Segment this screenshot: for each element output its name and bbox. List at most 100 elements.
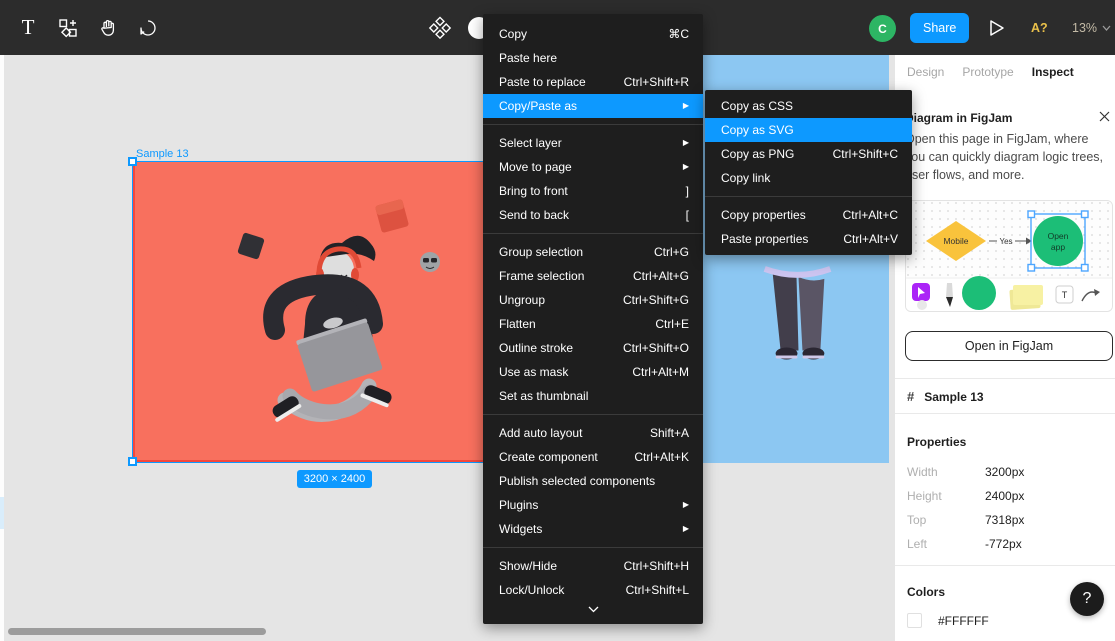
menu-item-label: Use as mask: [499, 365, 568, 379]
open-in-figjam-button[interactable]: Open in FigJam: [905, 331, 1113, 361]
submenu-arrow-icon: ▶: [683, 139, 689, 147]
menu-item-copy[interactable]: Copy ⌘C: [483, 22, 703, 46]
menu-item-label: Copy properties: [721, 208, 806, 222]
close-icon[interactable]: [1097, 109, 1111, 123]
left-panel-flyout-handle[interactable]: [0, 497, 4, 529]
tab-prototype[interactable]: Prototype: [962, 65, 1013, 79]
inspect-panel: DesignPrototypeInspect Diagram in FigJam…: [895, 55, 1115, 641]
text-tool-icon: T: [22, 15, 35, 40]
menu-item-shortcut: Shift+A: [650, 426, 689, 440]
property-value: 7318px: [985, 513, 1024, 527]
menu-item-frame-selection[interactable]: Frame selection Ctrl+Alt+G: [483, 264, 703, 288]
property-row-height: Height 2400px: [907, 484, 1103, 508]
menu-item-label: Copy as CSS: [721, 99, 793, 113]
menu-item-copy-as-svg[interactable]: Copy as SVG: [705, 118, 912, 142]
tab-design[interactable]: Design: [907, 65, 944, 79]
submenu-arrow-icon: ▶: [683, 163, 689, 171]
menu-item-flatten[interactable]: Flatten Ctrl+E: [483, 312, 703, 336]
figjam-circle-label-2: app: [1051, 242, 1065, 252]
chevron-down-icon: [1102, 25, 1111, 31]
selection-handle-bottom-left[interactable]: [128, 457, 137, 466]
a11y-indicator[interactable]: A?: [1031, 21, 1048, 35]
components-icon[interactable]: [428, 16, 452, 40]
menu-item-lock-unlock[interactable]: Lock/Unlock Ctrl+Shift+L: [483, 578, 703, 602]
menu-item-label: Lock/Unlock: [499, 583, 564, 597]
dimensions-badge: 3200 × 2400: [297, 470, 372, 488]
menu-item-plugins[interactable]: Plugins ▶: [483, 493, 703, 517]
menu-item-copy-as-css[interactable]: Copy as CSS: [705, 94, 912, 118]
menu-item-copy-paste-as[interactable]: Copy/Paste as ▶: [483, 94, 703, 118]
menu-item-paste-properties[interactable]: Paste properties Ctrl+Alt+V: [705, 227, 912, 251]
menu-item-send-to-back[interactable]: Send to back [: [483, 203, 703, 227]
menu-item-shortcut: ⌘C: [668, 27, 689, 41]
menu-item-create-component[interactable]: Create component Ctrl+Alt+K: [483, 445, 703, 469]
hand-tool-icon: [98, 18, 118, 38]
menu-item-label: Paste to replace: [499, 75, 586, 89]
menu-item-outline-stroke[interactable]: Outline stroke Ctrl+Shift+O: [483, 336, 703, 360]
menu-item-ungroup[interactable]: Ungroup Ctrl+Shift+G: [483, 288, 703, 312]
property-value: 3200px: [985, 465, 1024, 479]
color-row: #FFFFFF: [907, 613, 989, 628]
figjam-diamond-label: Mobile: [943, 236, 968, 246]
menu-item-group-selection[interactable]: Group selection Ctrl+G: [483, 240, 703, 264]
figma-window: Sample 13 3200 × 2400 Design Prototype Ins…: [0, 0, 1115, 641]
menu-item-label: Add auto layout: [499, 426, 582, 440]
menu-item-label: Widgets: [499, 522, 542, 536]
divider: [895, 378, 1115, 379]
properties-list: Width 3200px Height 2400px Top 7318px Le…: [907, 460, 1103, 556]
menu-item-shortcut: Ctrl+Shift+C: [833, 147, 898, 161]
menu-item-select-layer[interactable]: Select layer ▶: [483, 131, 703, 155]
present-button[interactable]: [986, 17, 1008, 39]
layer-row[interactable]: # Sample 13: [907, 389, 984, 404]
menu-item-label: Copy/Paste as: [499, 99, 577, 113]
help-button[interactable]: ?: [1070, 582, 1104, 616]
menu-item-bring-to-front[interactable]: Bring to front ]: [483, 179, 703, 203]
menu-item-shortcut: Ctrl+Shift+R: [624, 75, 689, 89]
menu-item-paste-here[interactable]: Paste here: [483, 46, 703, 70]
svg-text:T: T: [1062, 290, 1068, 300]
avatar[interactable]: C: [869, 15, 896, 42]
comment-tool-button[interactable]: [128, 8, 168, 48]
menu-item-label: Send to back: [499, 208, 569, 222]
frame-title-label[interactable]: Sample 13: [136, 148, 189, 160]
text-tool-button[interactable]: T: [8, 8, 48, 48]
menu-item-copy-as-png[interactable]: Copy as PNG Ctrl+Shift+C: [705, 142, 912, 166]
menu-item-label: Bring to front: [499, 184, 568, 198]
property-row-left: Left -772px: [907, 532, 1103, 556]
menu-item-use-as-mask[interactable]: Use as mask Ctrl+Alt+M: [483, 360, 703, 384]
menu-item-move-to-page[interactable]: Move to page ▶: [483, 155, 703, 179]
menu-item-publish-selected-components[interactable]: Publish selected components: [483, 469, 703, 493]
menu-item-copy-link[interactable]: Copy link: [705, 166, 912, 190]
menu-item-label: Select layer: [499, 136, 562, 150]
zoom-control[interactable]: 13%: [1072, 21, 1111, 35]
menu-item-show-hide[interactable]: Show/Hide Ctrl+Shift+H: [483, 554, 703, 578]
submenu-arrow-icon: ▶: [683, 102, 689, 110]
hand-tool-button[interactable]: [88, 8, 128, 48]
menu-item-shortcut: Ctrl+Alt+G: [633, 269, 689, 283]
menu-item-shortcut: ]: [686, 184, 689, 198]
menu-item-label: Copy as SVG: [721, 123, 794, 137]
menu-item-paste-to-replace[interactable]: Paste to replace Ctrl+Shift+R: [483, 70, 703, 94]
menu-item-widgets[interactable]: Widgets ▶: [483, 517, 703, 541]
zoom-level: 13%: [1072, 21, 1097, 35]
menu-item-label: Set as thumbnail: [499, 389, 588, 403]
menu-item-add-auto-layout[interactable]: Add auto layout Shift+A: [483, 421, 703, 445]
menu-item-shortcut: Ctrl+Alt+K: [634, 450, 689, 464]
tab-inspect[interactable]: Inspect: [1032, 65, 1074, 79]
menu-scroll-more[interactable]: [483, 602, 703, 616]
menu-item-set-as-thumbnail[interactable]: Set as thumbnail: [483, 384, 703, 408]
menu-divider: [705, 196, 912, 197]
menu-item-shortcut: Ctrl+Alt+C: [843, 208, 898, 222]
divider: [895, 565, 1115, 566]
play-icon: [989, 19, 1005, 37]
property-label: Top: [907, 513, 985, 527]
menu-item-shortcut: Ctrl+Shift+H: [624, 559, 689, 573]
frame-icon: #: [907, 389, 914, 404]
menu-item-copy-properties[interactable]: Copy properties Ctrl+Alt+C: [705, 203, 912, 227]
assets-tool-button[interactable]: [48, 8, 88, 48]
share-button[interactable]: Share: [910, 13, 969, 43]
menu-item-shortcut: Ctrl+Shift+G: [623, 293, 689, 307]
properties-title: Properties: [907, 435, 966, 449]
horizontal-scrollbar[interactable]: [8, 628, 266, 635]
color-swatch[interactable]: [907, 613, 922, 628]
